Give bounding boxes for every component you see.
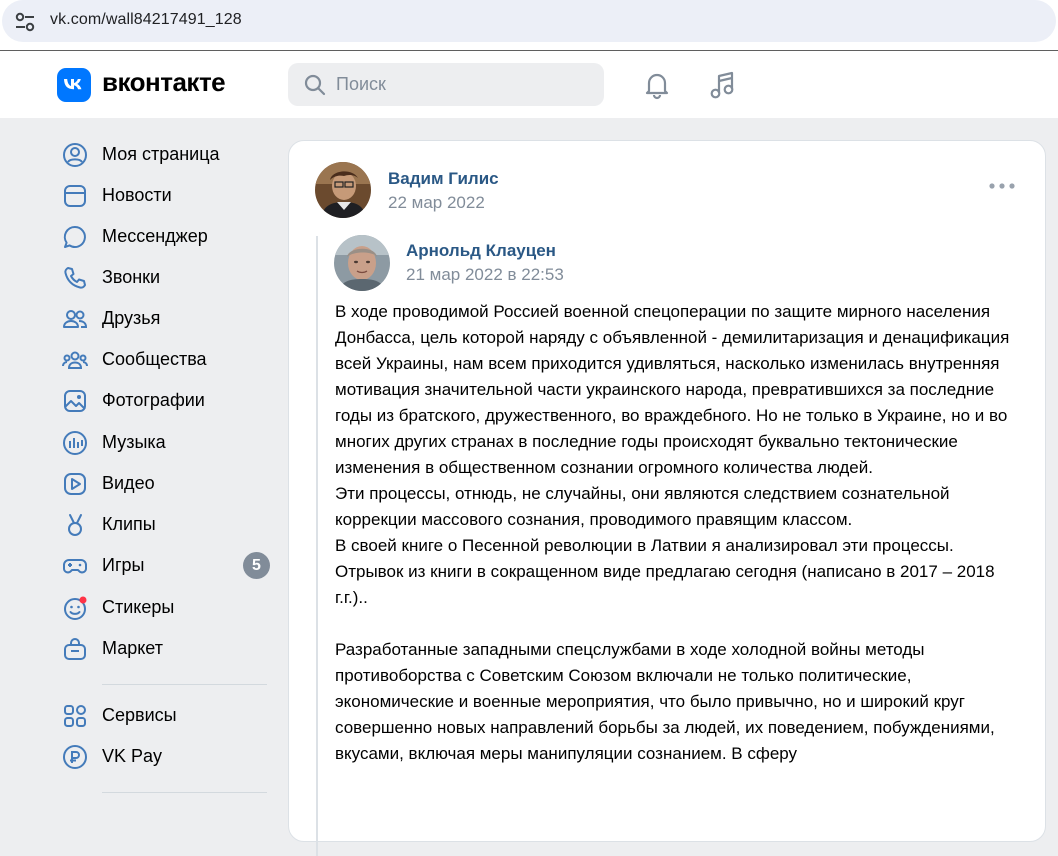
post-author-name[interactable]: Вадим Гилис <box>388 169 499 189</box>
sidebar-item-services[interactable]: Сервисы <box>56 696 274 736</box>
user-circle-icon <box>63 143 87 167</box>
repost-author-name[interactable]: Арнольд Клауцен <box>406 241 556 261</box>
notifications-bell-icon[interactable] <box>640 68 674 102</box>
vk-logo-text[interactable]: вконтакте <box>102 67 226 98</box>
more-options-icon[interactable] <box>989 181 1015 191</box>
sidebar-item-games[interactable]: Игры 5 <box>56 546 274 586</box>
post-paragraph: В своей книге о Песенной революции в Лат… <box>335 536 995 607</box>
gamepad-icon <box>63 559 87 574</box>
news-icon <box>64 185 86 207</box>
sidebar-item-music[interactable]: Музыка <box>56 423 274 463</box>
sidebar-item-vkpay[interactable]: VK Pay <box>56 737 274 777</box>
post-paragraph: Эти процессы, отнюдь, не случайны, они я… <box>335 484 950 529</box>
post-card: Вадим Гилис 22 мар 2022 Арнольд Клауцен … <box>288 140 1046 856</box>
sidebar-item-photos[interactable]: Фотографии <box>56 381 274 421</box>
communities-icon <box>62 351 88 369</box>
sidebar-item-messenger[interactable]: Мессенджер <box>56 217 274 257</box>
photo-icon <box>64 390 86 412</box>
post-paragraph: Разработанные западными спецслужбами в х… <box>335 640 995 763</box>
repost-author-avatar[interactable] <box>334 235 390 291</box>
search-box[interactable] <box>288 63 604 106</box>
sidebar-item-label: Новости <box>102 185 172 205</box>
services-icon <box>64 705 86 727</box>
repost-date[interactable]: 21 мар 2022 в 22:53 <box>406 265 564 285</box>
sidebar-item-calls[interactable]: Звонки <box>56 258 274 298</box>
post-date[interactable]: 22 мар 2022 <box>388 193 485 213</box>
vk-logo-icon[interactable] <box>57 68 91 102</box>
browser-address-bar: vk.com/wall84217491_128 <box>0 0 1058 51</box>
sidebar-item-label: Маркет <box>102 638 163 658</box>
sidebar-item-market[interactable]: Маркет <box>56 629 274 669</box>
site-header: вконтакте <box>0 51 1058 118</box>
sidebar-item-video[interactable]: Видео <box>56 464 274 504</box>
sidebar-item-label: Стикеры <box>102 597 175 617</box>
search-input[interactable] <box>336 63 586 106</box>
vkpay-icon <box>63 745 87 769</box>
search-icon <box>304 74 326 96</box>
sidebar-item-label: Сообщества <box>102 349 207 369</box>
sidebar-item-label: Звонки <box>102 267 161 287</box>
post-paragraph: В ходе проводимой Россией военной спецоп… <box>335 302 1010 477</box>
music-note-icon[interactable] <box>706 68 740 102</box>
sidebar-item-label: VK Pay <box>102 746 163 766</box>
sidebar-item-label: Моя страница <box>102 144 220 164</box>
sidebar-item-label: Игры <box>102 555 145 575</box>
sidebar-item-label: Друзья <box>102 308 161 328</box>
video-icon <box>64 473 86 495</box>
sidebar-item-news[interactable]: Новости <box>56 176 274 216</box>
site-settings-icon[interactable] <box>14 12 36 32</box>
sidebar-item-label: Мессенджер <box>102 226 208 246</box>
sidebar-item-my-page[interactable]: Моя страница <box>56 135 274 175</box>
sidebar-item-label: Фотографии <box>102 390 205 410</box>
sidebar-divider <box>102 684 267 685</box>
clips-icon <box>68 514 82 536</box>
repost-indicator-line <box>316 236 318 856</box>
games-count-badge: 5 <box>243 552 270 579</box>
url-text: vk.com/wall84217491_128 <box>50 11 242 28</box>
sidebar-item-label: Клипы <box>102 514 156 534</box>
url-field[interactable]: vk.com/wall84217491_128 <box>2 0 1056 42</box>
music-icon <box>63 431 87 455</box>
sidebar-divider <box>102 792 267 793</box>
chat-icon <box>63 225 86 248</box>
phone-icon <box>64 267 86 289</box>
notification-dot-icon <box>79 596 87 604</box>
sidebar-item-label: Видео <box>102 473 155 493</box>
sidebar-item-label: Музыка <box>102 432 166 452</box>
author-avatar[interactable] <box>315 162 371 218</box>
sidebar-item-stickers[interactable]: Стикеры <box>56 588 274 628</box>
sidebar-item-communities[interactable]: Сообщества <box>56 340 274 380</box>
sidebar-item-friends[interactable]: Друзья <box>56 299 274 339</box>
sidebar-item-clips[interactable]: Клипы <box>56 505 274 545</box>
friends-icon <box>63 310 88 328</box>
post-text: В ходе проводимой Россией военной спецоп… <box>335 299 1015 767</box>
sidebar-item-label: Сервисы <box>102 705 177 725</box>
sticker-icon <box>64 596 87 620</box>
market-bag-icon <box>64 638 86 660</box>
